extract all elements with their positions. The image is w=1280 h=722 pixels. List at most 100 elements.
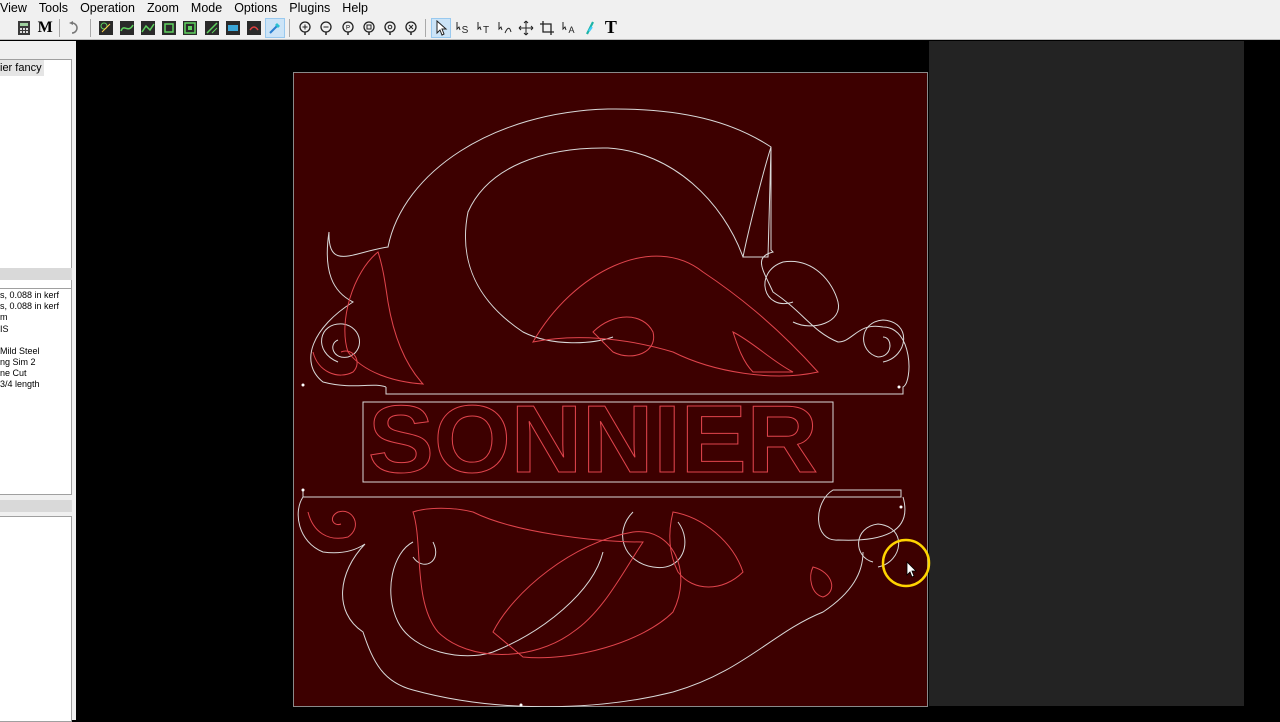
toolbar-separator (425, 18, 427, 37)
undo-button[interactable] (65, 18, 85, 38)
info-line: 3/4 length (0, 379, 40, 390)
part-list-item-selected[interactable]: ier fancy (0, 60, 44, 76)
tab-button[interactable] (180, 18, 200, 38)
menu-help[interactable]: Help (336, 0, 374, 16)
menu-mode[interactable]: Mode (185, 0, 228, 16)
lead-button[interactable] (138, 18, 158, 38)
zoom-all-button[interactable] (401, 18, 421, 38)
svg-text:P: P (346, 25, 350, 31)
select-text-button[interactable]: T (474, 18, 494, 38)
zoom-window-button[interactable] (359, 18, 379, 38)
zoom-minus-icon (320, 20, 333, 35)
left-scroll-path[interactable] (321, 323, 360, 363)
bottom-panel (0, 516, 72, 722)
info-line: s, 0.088 in kerf (0, 290, 60, 300)
path-icon (119, 20, 134, 35)
name-text[interactable]: SONNIER (368, 386, 819, 494)
cut-info-box: s, 0.088 in kerf s, 0.088 in kerf m IS M… (0, 288, 72, 495)
probe-icon (246, 20, 261, 35)
menu-view[interactable]: View (0, 0, 33, 16)
move-button[interactable] (516, 18, 536, 38)
feed-icon (269, 22, 281, 34)
red-leaf-path[interactable] (810, 566, 833, 598)
zoom-prev-icon (384, 20, 396, 35)
m-letter-icon: M (37, 18, 53, 36)
toolbar: M P S T A T (0, 16, 1280, 40)
text-path-button[interactable]: A (559, 18, 579, 38)
red-leaf-path[interactable] (412, 507, 644, 655)
info-line (0, 335, 71, 346)
red-leaf-path[interactable] (592, 316, 655, 357)
menu-bar: View Tools Operation Zoom Mode Options P… (0, 0, 1280, 16)
lower-swirl-path[interactable] (390, 541, 604, 657)
probe-button[interactable] (244, 18, 264, 38)
node-marker[interactable] (897, 385, 901, 389)
path-button[interactable] (117, 18, 137, 38)
zoom-all-icon (405, 20, 417, 35)
zoom-plus-icon (299, 20, 311, 35)
info-line: IS (0, 323, 9, 334)
toolbar-separator (59, 18, 61, 37)
red-leaf-path[interactable] (532, 255, 819, 377)
red-leaf-path[interactable] (732, 331, 794, 373)
calculator-button[interactable] (14, 18, 34, 38)
select-arrow-icon (436, 19, 448, 36)
zoom-previous-button[interactable] (380, 18, 400, 38)
outer-outline-path[interactable] (297, 496, 864, 707)
select-path-button[interactable]: S (453, 18, 473, 38)
part-icon (98, 20, 113, 35)
crop-button[interactable] (537, 18, 557, 38)
info-line: Mild Steel (0, 345, 40, 356)
node-edit-button[interactable] (495, 18, 515, 38)
info-line: m (0, 312, 8, 323)
node-edit-icon (498, 21, 512, 33)
menu-options[interactable]: Options (228, 0, 283, 16)
svg-text:A: A (568, 25, 574, 35)
menu-tools[interactable]: Tools (33, 0, 74, 16)
crop-icon (540, 20, 555, 35)
canvas-offsheet-region (929, 41, 1244, 706)
zoom-in-button[interactable] (295, 18, 315, 38)
part-button[interactable] (96, 18, 116, 38)
red-leaf-path[interactable] (669, 511, 744, 588)
zoom-out-button[interactable] (316, 18, 336, 38)
nest-icon (225, 20, 240, 35)
node-marker[interactable] (301, 383, 305, 387)
sheet-button[interactable] (202, 18, 222, 38)
node-marker[interactable] (899, 505, 903, 509)
c-inner-path[interactable] (464, 146, 772, 344)
outer-outline-path[interactable] (302, 489, 906, 541)
menu-zoom[interactable]: Zoom (141, 0, 185, 16)
tab-icon (183, 20, 198, 35)
red-leaf-path[interactable] (307, 510, 356, 539)
lower-swirl-path[interactable] (412, 541, 436, 565)
outline-icon (162, 20, 177, 35)
panel-divider (0, 268, 72, 280)
mouse-pointer-icon (906, 561, 917, 578)
feather-button[interactable] (580, 18, 600, 38)
m-button[interactable]: M (35, 18, 55, 38)
feather-icon (585, 21, 594, 34)
node-marker[interactable] (301, 488, 305, 492)
select-button[interactable] (431, 17, 452, 38)
node-marker[interactable] (519, 703, 523, 707)
nest-button[interactable] (223, 18, 243, 38)
menu-plugins[interactable]: Plugins (283, 0, 336, 16)
text-tool-icon: T (604, 17, 617, 37)
text-path-icon: A (562, 21, 574, 35)
outline-button[interactable] (159, 18, 179, 38)
menu-operation[interactable]: Operation (74, 0, 141, 16)
info-line: ng Sim 2 (0, 357, 36, 368)
cursor-highlight (881, 538, 931, 588)
text-tool-button[interactable]: T (601, 17, 621, 38)
monogram-drawing[interactable]: SONNIER (293, 72, 928, 707)
sheet-icon (204, 20, 219, 35)
outer-outline-path[interactable] (310, 108, 910, 395)
undo-icon (69, 20, 79, 34)
zoom-fit-button[interactable]: P (338, 18, 358, 38)
feed-button[interactable] (265, 17, 286, 38)
panel-divider (0, 500, 72, 512)
svg-text:T: T (483, 25, 489, 36)
info-line: s, 0.088 in kerf (0, 301, 60, 312)
zoom-window-icon (363, 20, 375, 35)
